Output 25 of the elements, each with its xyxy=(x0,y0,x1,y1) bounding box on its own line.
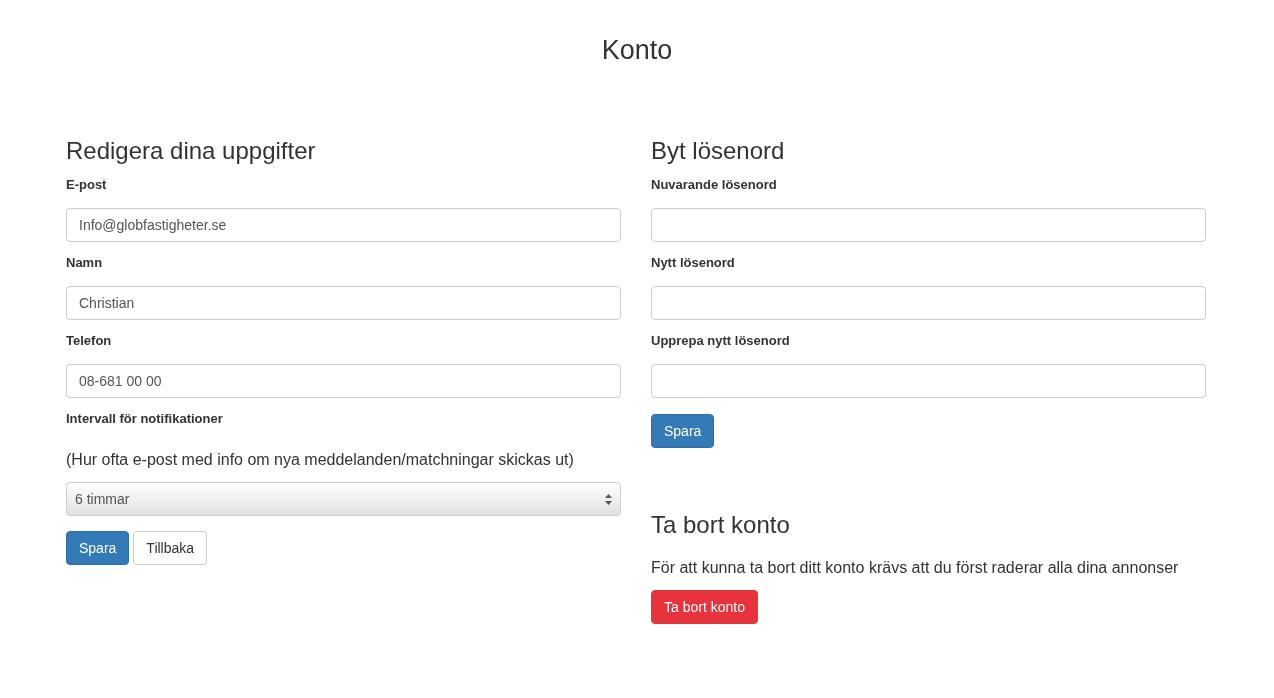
field-label: Nuvarande lösenord xyxy=(651,176,778,194)
field-label: Nytt lösenord xyxy=(651,254,736,272)
field-label: Intervall för notifikationer xyxy=(66,410,224,428)
text-field[interactable] xyxy=(651,208,1206,242)
back-button[interactable]: Tillbaka xyxy=(133,531,208,565)
field-label: Upprepa nytt lösenord xyxy=(651,332,791,350)
info-text: För att kunna ta bort ditt konto krävs att du först raderar alla dina annonser xyxy=(651,558,1180,578)
text-field[interactable]: 08-681 00 00 xyxy=(66,364,621,398)
save-button[interactable]: Spara xyxy=(66,531,130,565)
field-label: Telefon xyxy=(66,332,113,350)
text-field[interactable]: Info@globfastigheter.se xyxy=(66,208,621,242)
up-down-arrows-icon xyxy=(605,493,612,505)
interval-dropdown[interactable]: 6 timmar xyxy=(66,482,621,516)
text-field[interactable]: Christian xyxy=(66,286,621,320)
page-title: Konto xyxy=(600,34,674,67)
field-label: E-post xyxy=(66,176,108,194)
text-field[interactable] xyxy=(651,286,1206,320)
help-text: (Hur ofta e-post med info om nya meddelanden/matchningar skickas ut) xyxy=(66,450,575,470)
section-heading: Redigera dina uppgifter xyxy=(66,136,317,166)
field-label: Namn xyxy=(66,254,104,272)
delete-button[interactable]: Ta bort konto xyxy=(651,590,758,624)
section-heading: Byt lösenord xyxy=(651,136,786,166)
section-heading: Ta bort konto xyxy=(651,510,791,540)
save-button[interactable]: Spara xyxy=(651,414,715,448)
text-field[interactable] xyxy=(651,364,1206,398)
